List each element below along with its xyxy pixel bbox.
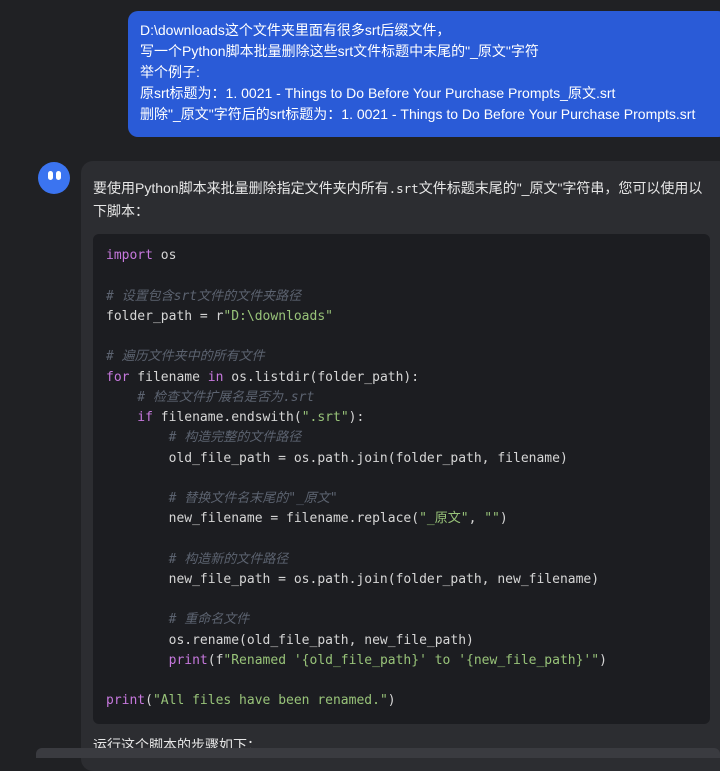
code-text: filename (129, 370, 208, 385)
code-text: (f (207, 653, 224, 668)
user-message-line: 举个例子: (140, 64, 200, 80)
code-text: new_filename = filename.replace( (106, 511, 420, 526)
code-comment: # 替换文件名末尾的"_原文" (106, 491, 338, 506)
code-text: os (152, 248, 177, 263)
code-keyword: if (106, 410, 153, 425)
code-string: "_原文" (419, 511, 469, 526)
code-line: old_file_path = os.path.join(folder_path… (106, 451, 568, 466)
code-keyword: for (106, 370, 130, 385)
code-comment: # 检查文件扩展名是否为.srt (106, 390, 315, 405)
code-text: ) (499, 511, 508, 526)
code-text: , (468, 511, 485, 526)
code-comment: # 构造新的文件路径 (106, 552, 289, 567)
code-string: "" (484, 511, 500, 526)
avatar-eye-icon (56, 171, 61, 180)
code-comment: # 设置包含srt文件的文件夹路径 (106, 289, 302, 304)
user-message-line: D:\downloads这个文件夹里面有很多srt后缀文件， (140, 22, 451, 38)
user-message-line: 删除"_原文"字符后的srt标题为：1. 0021 - Things to Do… (140, 106, 696, 122)
inline-code: .srt (388, 181, 419, 196)
code-builtin: print (106, 693, 146, 708)
code-builtin: print (106, 653, 208, 668)
code-string: "Renamed '{old_file_path}' to '{new_file… (223, 653, 600, 668)
user-message-line: 原srt标题为：1. 0021 - Things to Do Before Yo… (140, 85, 616, 101)
code-line: os.rename(old_file_path, new_file_path) (106, 633, 474, 648)
code-line: for filename in os.listdir(folder_path): (106, 370, 419, 386)
user-message-line: 写一个Python脚本批量删除这些srt文件标题中末尾的"_原文"字符 (140, 43, 539, 59)
code-comment: # 重命名文件 (106, 612, 250, 627)
code-string: "All files have been renamed." (152, 693, 388, 708)
code-line: new_file_path = os.path.join(folder_path… (106, 572, 600, 587)
code-comment: # 遍历文件夹中的所有文件 (106, 349, 265, 364)
intro-text-part: 要使用Python脚本来批量删除指定文件夹内所有 (93, 180, 389, 196)
assistant-avatar (38, 162, 70, 194)
chat-input-bar[interactable] (36, 748, 720, 758)
code-line: if filename.endswith(".srt"): (106, 410, 364, 426)
code-text: ): (348, 410, 365, 425)
code-line: print("All files have been renamed.") (106, 693, 396, 709)
code-text: os.listdir(folder_path): (223, 370, 420, 385)
code-keyword: in (207, 370, 224, 385)
code-keyword: import (106, 248, 153, 263)
code-line: import os (106, 248, 176, 264)
code-block[interactable]: import os # 设置包含srt文件的文件夹路径 folder_path … (93, 234, 710, 724)
code-line: folder_path = r"D:\downloads" (106, 309, 333, 325)
code-string: "D:\downloads" (223, 309, 333, 324)
code-text: ) (387, 693, 396, 708)
code-comment: # 构造完整的文件路径 (106, 430, 302, 445)
code-string: ".srt" (301, 410, 349, 425)
code-text: ) (599, 653, 607, 668)
code-text: filename.endswith( (152, 410, 302, 425)
assistant-intro-text: 要使用Python脚本来批量删除指定文件夹内所有.srt文件标题末尾的"_原文"… (93, 177, 708, 222)
code-text: ( (145, 693, 153, 708)
user-message-bubble: D:\downloads这个文件夹里面有很多srt后缀文件， 写一个Python… (128, 11, 720, 137)
code-line: new_filename = filename.replace("_原文", "… (106, 511, 508, 527)
code-line: print(f"Renamed '{old_file_path}' to '{n… (106, 653, 607, 669)
avatar-eye-icon (48, 171, 53, 180)
code-text: folder_path = r (106, 309, 224, 324)
